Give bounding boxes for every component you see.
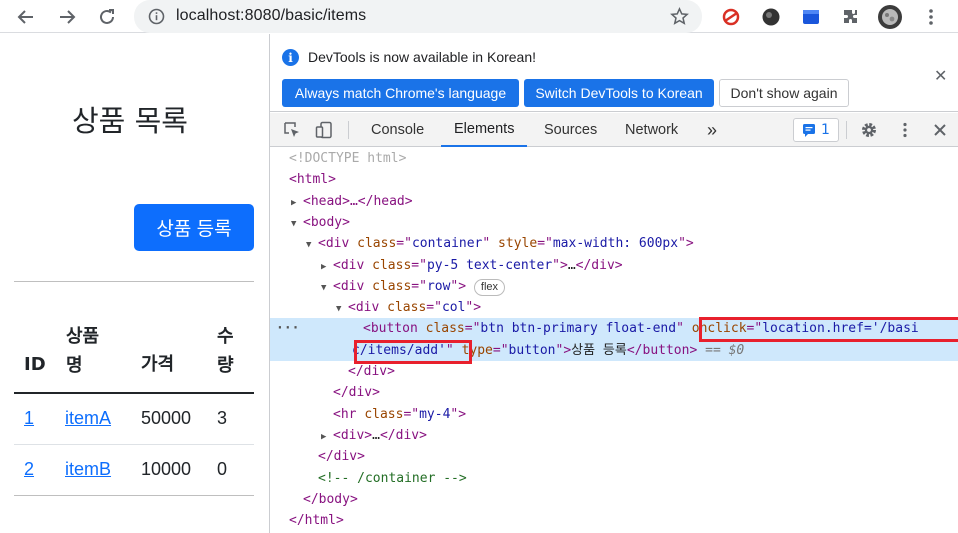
expand-triangle-icon[interactable]: ▶	[321, 427, 333, 448]
arrow-right-icon	[60, 10, 76, 24]
item-id-link[interactable]: 2	[24, 459, 34, 480]
issues-badge[interactable]: 1	[793, 118, 839, 142]
item-id-link[interactable]: 1	[24, 408, 34, 429]
issues-count: 1	[821, 122, 830, 138]
extension-dark-icon[interactable]	[758, 4, 784, 30]
table-row: 2 itemB 10000 0	[14, 445, 254, 496]
header-qty: 수 량	[217, 326, 234, 376]
device-toolbar-icon[interactable]	[314, 120, 334, 140]
address-bar[interactable]: localhost:8080/basic/items	[134, 0, 702, 33]
dom-node-body[interactable]: ▼ <body>	[270, 212, 958, 233]
tab-console[interactable]: Console	[371, 113, 424, 147]
dom-tree: <!DOCTYPE html> <html> ▶ <head>…</head> ▼…	[270, 148, 958, 533]
dont-show-again-button[interactable]: Don't show again	[719, 79, 849, 107]
flex-badge[interactable]: flex	[473, 278, 506, 296]
dom-node-div[interactable]: ▶ <div>…</div>	[270, 425, 958, 446]
browser-menu-button[interactable]	[918, 4, 944, 30]
reload-icon	[100, 9, 114, 24]
item-name-link[interactable]: itemB	[65, 459, 111, 480]
dom-node-hr[interactable]: <hr class="my-4">	[270, 404, 958, 425]
extension-blue-icon[interactable]	[798, 4, 824, 30]
bookmark-star-icon[interactable]	[670, 7, 689, 26]
dom-node-py5[interactable]: ▶ <div class="py-5 text-center">…</div>	[270, 255, 958, 276]
header-price: 가격	[141, 354, 175, 375]
extension-red-icon[interactable]	[718, 4, 744, 30]
item-quantity: 3	[217, 408, 228, 428]
browser-toolbar: localhost:8080/basic/items	[0, 0, 958, 33]
collapse-triangle-icon[interactable]: ▼	[336, 299, 348, 320]
dom-node-body-close[interactable]: </body>	[270, 489, 958, 510]
profile-avatar[interactable]	[877, 4, 903, 30]
more-options-icon[interactable]: ···	[276, 318, 299, 339]
devtools-menu-icon[interactable]	[895, 120, 915, 140]
collapse-triangle-icon[interactable]: ▼	[306, 235, 318, 256]
item-price: 10000	[141, 459, 192, 479]
dom-node-container-close[interactable]: </div>	[270, 446, 958, 467]
expand-triangle-icon[interactable]: ▶	[291, 193, 303, 214]
reload-button[interactable]	[94, 4, 120, 30]
dom-node-col-close[interactable]: </div>	[270, 361, 958, 382]
language-banner: i DevTools is now available in Korean! A…	[270, 34, 958, 112]
collapse-triangle-icon[interactable]: ▼	[291, 214, 303, 235]
dom-node-container[interactable]: ▼ <div class="container" style="max-width…	[270, 233, 958, 254]
dom-node-comment[interactable]: <!-- /container -->	[270, 468, 958, 489]
settings-gear-icon[interactable]	[859, 120, 879, 140]
devtools-tabbar: Console Elements Sources Network » 1	[270, 113, 958, 147]
info-icon[interactable]	[148, 8, 165, 25]
dom-node-html-close[interactable]: </html>	[270, 510, 958, 531]
item-price: 50000	[141, 408, 192, 428]
page-title: 상품 목록	[72, 104, 188, 138]
info-icon: i	[282, 49, 299, 66]
item-name-link[interactable]: itemA	[65, 408, 111, 429]
close-banner-icon[interactable]: ✕	[934, 66, 947, 85]
dom-node-doctype[interactable]: <!DOCTYPE html>	[270, 148, 958, 169]
message-icon	[803, 124, 816, 137]
dom-node-col[interactable]: ▼ <div class="col">	[270, 297, 958, 318]
highlight-box-onclick	[699, 317, 958, 342]
tab-elements[interactable]: Elements	[441, 113, 528, 147]
always-match-language-button[interactable]: Always match Chrome's language	[282, 79, 519, 107]
forward-button[interactable]	[54, 4, 80, 30]
header-id: ID	[24, 354, 46, 375]
banner-message: DevTools is now available in Korean!	[308, 49, 537, 65]
inspect-element-icon[interactable]	[282, 120, 302, 140]
arrow-left-icon	[17, 10, 33, 24]
page-viewport: 상품 목록 상품 등록 ID 상품 명 가격 수 량 1 itemA 50000…	[0, 34, 269, 533]
back-button[interactable]	[13, 4, 39, 30]
highlight-box-url	[354, 340, 472, 364]
kebab-menu-icon	[929, 9, 933, 25]
dom-node-html[interactable]: <html>	[270, 169, 958, 190]
add-item-button[interactable]: 상품 등록	[134, 204, 254, 251]
close-devtools-icon[interactable]	[930, 120, 950, 140]
toolbar-separator	[348, 121, 349, 139]
toolbar-separator	[846, 121, 847, 139]
dom-node-row-close[interactable]: </div>	[270, 382, 958, 403]
switch-to-korean-button[interactable]: Switch DevTools to Korean	[524, 79, 714, 107]
devtools-panel: i DevTools is now available in Korean! A…	[269, 34, 958, 533]
collapse-triangle-icon[interactable]: ▼	[321, 278, 333, 299]
more-tabs-button[interactable]: »	[707, 113, 717, 147]
dom-node-head[interactable]: ▶ <head>…</head>	[270, 191, 958, 212]
item-quantity: 0	[217, 459, 228, 479]
dom-node-row[interactable]: ▼ <div class="row"> flex	[270, 276, 958, 297]
divider	[14, 281, 254, 282]
tab-network[interactable]: Network	[625, 113, 678, 147]
url-text: localhost:8080/basic/items	[176, 7, 367, 24]
table-row: 1 itemA 50000 3	[14, 394, 254, 445]
expand-triangle-icon[interactable]: ▶	[321, 257, 333, 278]
tab-sources[interactable]: Sources	[544, 113, 597, 147]
table-header: ID 상품 명 가격 수 량	[14, 322, 254, 394]
extensions-puzzle-icon[interactable]	[838, 4, 864, 30]
header-name: 상품 명	[66, 326, 100, 376]
